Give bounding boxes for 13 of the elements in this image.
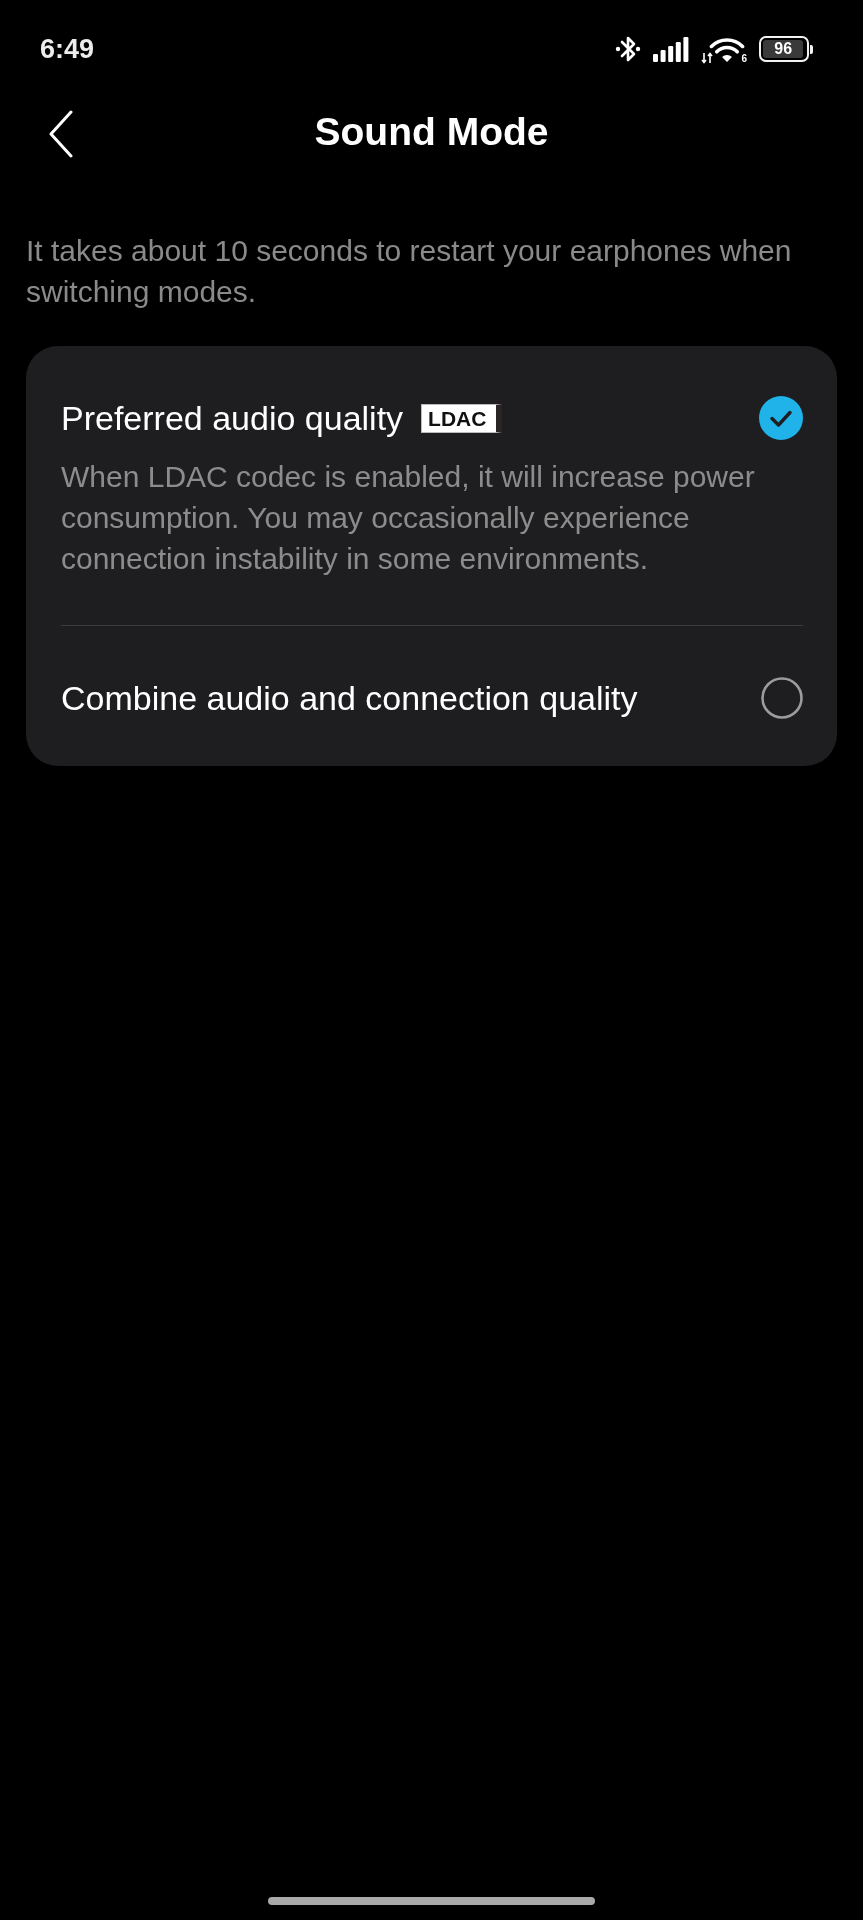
signal-icon — [653, 36, 690, 62]
back-icon — [48, 110, 74, 158]
option-title: Preferred audio quality — [61, 398, 404, 439]
option-title: Combine audio and connection quality — [61, 678, 638, 719]
radio-icon[interactable] — [761, 677, 803, 719]
status-time: 6:49 — [40, 33, 95, 65]
codec-badge: LDAC — [421, 403, 503, 433]
check-icon[interactable] — [759, 396, 803, 440]
restart-notice: It takes about 10 seconds to restart your earphones when switching modes. — [26, 233, 793, 310]
battery-indicator: 96 — [759, 36, 813, 62]
option-description: When LDAC codec is enabled, it will increase power consumption. You may occasionally experience connection instability in some environments. — [61, 459, 756, 577]
wifi-standard-label: 6 — [741, 54, 747, 64]
page-title: Sound Mode — [314, 109, 549, 155]
